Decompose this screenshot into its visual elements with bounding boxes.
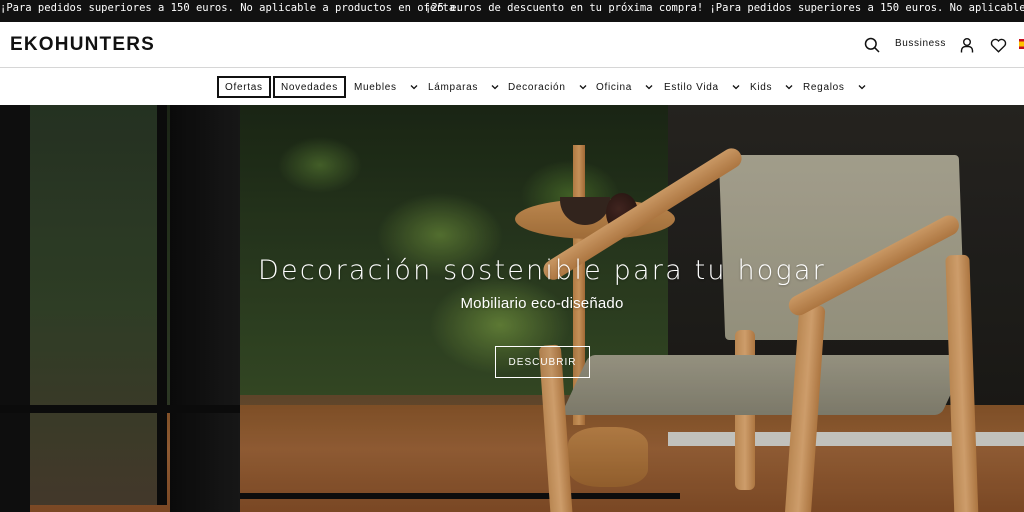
nav-item-label: Regalos xyxy=(803,81,845,93)
nav-item-muebles[interactable]: Muebles xyxy=(354,76,419,98)
promo-text: ¡25 euros de descuento en tu próxima com… xyxy=(425,2,1024,14)
site-logo[interactable]: EKOHUNTERS xyxy=(10,34,155,56)
nav-item-novedades[interactable]: Novedades xyxy=(273,76,346,98)
chevron-down-icon xyxy=(410,85,418,90)
business-link[interactable]: Bussiness xyxy=(895,38,946,49)
hero-banner: Decoración sostenible para tu hogar Mobi… xyxy=(0,105,1024,512)
nav-item-lamparas[interactable]: Lámparas xyxy=(428,76,500,98)
chevron-down-icon xyxy=(732,85,740,90)
nav-item-label: Muebles xyxy=(354,81,397,93)
discover-button[interactable]: DESCUBRIR xyxy=(495,346,590,378)
chevron-down-icon xyxy=(645,85,653,90)
search-icon[interactable] xyxy=(862,35,882,55)
nav-item-regalos[interactable]: Regalos xyxy=(803,76,867,98)
promo-text: ¡Para pedidos superiores a 150 euros. No… xyxy=(0,2,462,14)
chevron-down-icon xyxy=(491,85,499,90)
nav-item-decoracion[interactable]: Decoración xyxy=(508,76,588,98)
nav-item-label: Decoración xyxy=(508,81,566,93)
nav-item-label: Estilo Vida xyxy=(664,81,719,93)
site-header: EKOHUNTERS Bussiness xyxy=(0,22,1024,68)
nav-item-oficina[interactable]: Oficina xyxy=(596,76,654,98)
chevron-down-icon xyxy=(785,85,793,90)
nav-item-kids[interactable]: Kids xyxy=(750,76,794,98)
hero-subtitle: Mobiliario eco-diseñado xyxy=(460,295,624,312)
nav-item-label: Oficina xyxy=(596,81,633,93)
promo-ticker: ¡Para pedidos superiores a 150 euros. No… xyxy=(0,0,1024,22)
chevron-down-icon xyxy=(579,85,587,90)
nav-item-label: Lámparas xyxy=(428,81,479,93)
nav-item-label: Kids xyxy=(750,81,773,93)
nav-item-estilo-vida[interactable]: Estilo Vida xyxy=(664,76,741,98)
flag-icon[interactable] xyxy=(1019,39,1024,49)
nav-item-ofertas[interactable]: Ofertas xyxy=(217,76,271,98)
user-icon[interactable] xyxy=(957,35,977,55)
main-nav: Ofertas Novedades Muebles Lámparas Decor… xyxy=(0,69,1024,105)
chevron-down-icon xyxy=(858,85,866,90)
heart-icon[interactable] xyxy=(988,35,1008,55)
nav-item-label: Novedades xyxy=(281,81,338,93)
nav-item-label: Ofertas xyxy=(225,81,263,93)
hero-title: Decoración sostenible para tu hogar xyxy=(258,255,826,286)
